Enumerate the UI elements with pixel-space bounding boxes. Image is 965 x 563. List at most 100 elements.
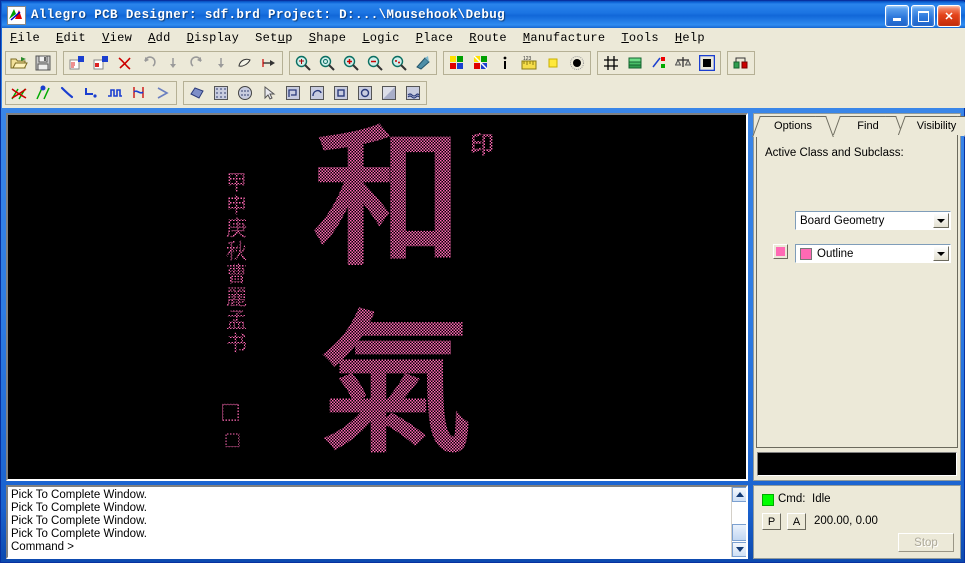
menu-logic[interactable]: Logic: [354, 29, 408, 47]
scroll-down-arrow-icon[interactable]: [732, 542, 746, 557]
subclass-color-swatch: [800, 247, 812, 260]
shape-compose-icon[interactable]: [401, 82, 425, 104]
status-panel: Cmd: Idle P A 200.00, 0.00 Stop: [753, 485, 961, 559]
chevron-down-icon[interactable]: [933, 246, 949, 261]
pick-mode-button[interactable]: P: [762, 513, 781, 530]
shape-delete-void-icon[interactable]: [329, 82, 353, 104]
measure-icon[interactable]: 123: [517, 52, 541, 74]
panel-preview-strip: [757, 452, 957, 476]
zoom-fit-icon[interactable]: [291, 52, 315, 74]
open-icon[interactable]: [7, 52, 31, 74]
add-corner-icon[interactable]: [79, 82, 103, 104]
toolbar-group-netlist: [727, 51, 755, 75]
command-label: Cmd:: [778, 493, 806, 505]
menu-add[interactable]: Add: [140, 29, 179, 47]
shape-edit-boundary-icon[interactable]: [281, 82, 305, 104]
canvas-artwork[interactable]: 和 氣 印 甲申庚秋曹麗孟书 □ □: [8, 115, 746, 479]
canvas-seal-bottom-1: □: [220, 399, 241, 424]
menu-bar: File Edit View Add Display Setup Shape L…: [2, 28, 965, 49]
canvas-glyph-qi: 氣: [320, 297, 472, 474]
layers-icon[interactable]: [623, 52, 647, 74]
redo-icon[interactable]: [185, 52, 209, 74]
toolbar-primary: 123: [2, 48, 965, 78]
active-class-label: Active Class and Subclass:: [765, 147, 904, 159]
tab-options[interactable]: Options: [752, 116, 834, 137]
menu-file[interactable]: File: [2, 29, 48, 47]
copy-to-icon[interactable]: [89, 52, 113, 74]
add-line-icon[interactable]: [55, 82, 79, 104]
shape-circle-icon[interactable]: [233, 82, 257, 104]
menu-view[interactable]: View: [94, 29, 140, 47]
command-console[interactable]: Pick To Complete Window. Pick To Complet…: [6, 485, 748, 559]
shape-change-icon[interactable]: [377, 82, 401, 104]
cut-from-icon[interactable]: [65, 52, 89, 74]
undo-step-icon[interactable]: [161, 52, 185, 74]
color-layers-icon[interactable]: [445, 52, 469, 74]
right-control-panel: Options Find Visibility Active Class and…: [752, 113, 965, 481]
shape-grid-icon[interactable]: [209, 82, 233, 104]
maximize-button[interactable]: [911, 5, 935, 27]
info-icon[interactable]: [493, 52, 517, 74]
console-log: Pick To Complete Window. Pick To Complet…: [11, 489, 147, 553]
active-subclass-combo[interactable]: Outline: [795, 244, 951, 263]
grid-icon[interactable]: [599, 52, 623, 74]
scroll-up-arrow-icon[interactable]: [732, 487, 746, 502]
console-scrollbar[interactable]: [731, 487, 746, 557]
dehighlight-icon[interactable]: [565, 52, 589, 74]
menu-tools[interactable]: Tools: [613, 29, 667, 47]
drc-icon[interactable]: [671, 52, 695, 74]
slide-icon[interactable]: [127, 82, 151, 104]
netlist-icon[interactable]: [729, 52, 753, 74]
zoom-in-icon[interactable]: [339, 52, 363, 74]
menu-manufacture[interactable]: Manufacture: [515, 29, 614, 47]
options-tab-body: Active Class and Subclass: Board Geometr…: [756, 135, 958, 448]
active-class-value: Board Geometry: [800, 214, 885, 227]
save-icon[interactable]: [31, 52, 55, 74]
undo-icon[interactable]: [137, 52, 161, 74]
active-swatch-color: [776, 247, 785, 256]
zoom-world-icon[interactable]: [315, 52, 339, 74]
shape-merge-icon[interactable]: [353, 82, 377, 104]
move-icon[interactable]: [233, 52, 257, 74]
shape-select-icon[interactable]: [695, 52, 719, 74]
delete-icon[interactable]: [113, 52, 137, 74]
tab-find[interactable]: Find: [832, 116, 904, 137]
absolute-mode-button[interactable]: A: [787, 513, 806, 530]
menu-shape[interactable]: Shape: [301, 29, 355, 47]
menu-display[interactable]: Display: [179, 29, 248, 47]
menu-place[interactable]: Place: [408, 29, 462, 47]
active-class-combo[interactable]: Board Geometry: [795, 211, 951, 230]
menu-edit[interactable]: Edit: [48, 29, 94, 47]
menu-help[interactable]: Help: [667, 29, 713, 47]
unroute-icon[interactable]: [7, 82, 31, 104]
command-state: Idle: [812, 493, 831, 505]
shape-add-icon[interactable]: [185, 82, 209, 104]
canvas-seal-top-right: 印: [470, 131, 494, 159]
menu-setup[interactable]: Setup: [247, 29, 301, 47]
canvas-glyph-he: 和: [313, 113, 464, 287]
delay-tune-icon[interactable]: [103, 82, 127, 104]
constraint-icon[interactable]: [647, 52, 671, 74]
close-button[interactable]: ✕: [937, 5, 961, 27]
shape-select-cursor-icon[interactable]: [257, 82, 281, 104]
shape-void-icon[interactable]: [305, 82, 329, 104]
mirror-icon[interactable]: [257, 52, 281, 74]
refresh-icon[interactable]: [411, 52, 435, 74]
redo-step-icon[interactable]: [209, 52, 233, 74]
custom-smooth-icon[interactable]: [151, 82, 175, 104]
toolbar-group-route: [5, 81, 177, 105]
color-palette-icon[interactable]: [469, 52, 493, 74]
active-subclass-color-button[interactable]: [773, 244, 788, 259]
highlight-icon[interactable]: [541, 52, 565, 74]
zoom-out-icon[interactable]: [363, 52, 387, 74]
tab-visibility[interactable]: Visibility: [897, 116, 965, 137]
tab-options-label: Options: [774, 120, 812, 132]
zoom-points-icon[interactable]: [387, 52, 411, 74]
design-canvas[interactable]: 和 氣 印 甲申庚秋曹麗孟书 □ □: [6, 113, 748, 481]
minimize-button[interactable]: [885, 5, 909, 27]
menu-route[interactable]: Route: [461, 29, 515, 47]
route-net-icon[interactable]: [31, 82, 55, 104]
stop-button[interactable]: Stop: [898, 533, 954, 552]
chevron-down-icon[interactable]: [933, 213, 949, 228]
scrollbar-thumb[interactable]: [732, 524, 746, 541]
